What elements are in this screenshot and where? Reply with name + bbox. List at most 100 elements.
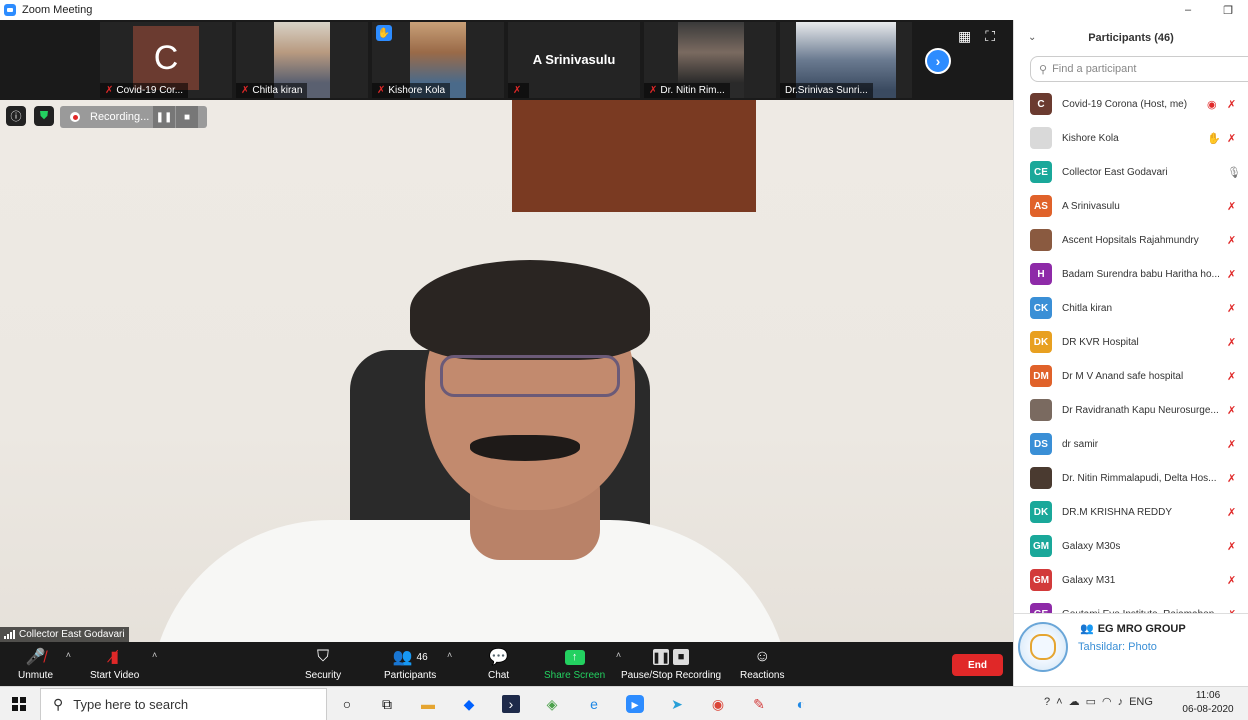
windows-start-icon[interactable] (12, 697, 26, 711)
wifi-icon[interactable]: ◠ (1102, 695, 1112, 708)
chevron-up-icon[interactable]: ˄ (447, 650, 452, 660)
security-button[interactable]: ⛉ Security (305, 646, 341, 684)
end-meeting-button[interactable]: End (952, 654, 1003, 676)
thumbnail-kishore[interactable]: ✋ ✗ Kishore Kola (372, 22, 504, 98)
mic-muted-icon: ✗ (377, 85, 386, 96)
stop-recording-icon[interactable]: ■ (176, 106, 198, 128)
thumbnail-chitla[interactable]: ✗ Chitla kiran (236, 22, 368, 98)
share-screen-label: Share Screen (544, 670, 606, 681)
chevron-up-icon[interactable]: ˄ (66, 650, 71, 660)
mic-muted-icon: ✗ (649, 85, 658, 96)
participant-name: Dr M V Anand safe hospital (1062, 370, 1184, 382)
participants-count: 46 (416, 651, 428, 663)
mic-muted-icon: ✗ (241, 85, 250, 96)
participant-row[interactable]: DK DR.M KRISHNA REDDY ✗ (1014, 495, 1248, 529)
task-view-icon[interactable]: ⧉ (378, 695, 396, 713)
participant-row[interactable]: DK DR KVR Hospital ✗ (1014, 325, 1248, 359)
help-icon[interactable]: ? (1044, 696, 1050, 708)
telegram-icon[interactable]: ➤ (668, 695, 686, 713)
gallery-view-icon[interactable]: ▦ (958, 28, 971, 45)
chrome-icon[interactable]: ◉ (709, 695, 727, 713)
encryption-shield-icon[interactable]: ⛊ (34, 106, 54, 126)
participant-row[interactable]: CE Collector East Godavari 🎙 (1014, 155, 1248, 189)
participant-name: dr samir (1062, 438, 1099, 450)
start-video-button[interactable]: ▮̸ Start Video ˄ (90, 646, 157, 684)
reactions-button[interactable]: ☺ Reactions (740, 646, 784, 684)
active-speaker-video: ⓘ ⛊ Recording... ❚❚ ■ Collector East God… (0, 100, 1013, 642)
participant-avatar: DK (1030, 331, 1052, 353)
participant-row[interactable]: Ascent Hopsitals Rajahmundry ✗ (1014, 223, 1248, 257)
group-notification[interactable]: 👥 EG MRO GROUP Tahsildar: Photo (1014, 613, 1248, 686)
participant-row[interactable]: CK Chitla kiran ✗ (1014, 291, 1248, 325)
participant-row[interactable]: C Covid-19 Corona (Host, me) ✗ ◉ (1014, 87, 1248, 121)
paint-icon[interactable]: ✎ (750, 695, 768, 713)
video-off-icon: ▮̸ (110, 649, 120, 666)
taskbar-clock[interactable]: 11:06 06-08-2020 (1172, 689, 1244, 717)
start-video-label: Start Video (90, 670, 140, 681)
participant-avatar: DM (1030, 365, 1052, 387)
mic-muted-icon: ✗ (1227, 540, 1237, 553)
thumbnail-srinivasulu[interactable]: A Srinivasulu ✗ (508, 22, 640, 98)
government-seal-logo (1018, 622, 1068, 672)
edge-icon[interactable]: ◐ (792, 695, 810, 713)
mic-muted-icon: ✗ (1227, 574, 1237, 587)
chevron-up-icon[interactable]: ˄ (1056, 696, 1062, 708)
chevron-up-icon[interactable]: ˄ (152, 650, 157, 660)
chat-label: Chat (488, 670, 510, 681)
mic-muted-icon: ✗ (1227, 506, 1237, 519)
fullscreen-icon[interactable]: ⛶ (985, 28, 995, 45)
network-icon[interactable]: ▭ (1086, 695, 1096, 708)
participant-search-input[interactable]: ⚲ Find a participant (1030, 56, 1248, 82)
thumbnail-srinivas[interactable]: Dr.Srinivas Sunri... (780, 22, 912, 98)
mic-icon: 🎙 (1227, 166, 1241, 179)
cortana-icon[interactable]: ○ (338, 695, 356, 713)
pause-stop-recording-button[interactable]: ❚❚ ■ Pause/Stop Recording (621, 646, 721, 684)
participant-row[interactable]: DM Dr M V Anand safe hospital ✗ (1014, 359, 1248, 393)
thumbnail-covid[interactable]: C ✗ Covid-19 Cor... (100, 22, 232, 98)
participant-row[interactable]: GM Galaxy M30s ✗ (1014, 529, 1248, 563)
app-icon[interactable]: › (502, 695, 520, 713)
recording-label: Recording... (90, 111, 150, 123)
participant-avatar: C (1030, 93, 1052, 115)
maximize-button[interactable]: ❐ (1208, 0, 1248, 20)
mic-muted-icon: ✗ (1227, 370, 1237, 383)
title-bar: Zoom Meeting – ❐ (0, 0, 1248, 20)
chat-button[interactable]: 💬 Chat (488, 646, 509, 684)
thumbnail-label: ✗ Covid-19 Cor... (100, 83, 189, 98)
unmute-button[interactable]: 🎤̸ Unmute ˄ (18, 646, 71, 684)
internet-explorer-icon[interactable]: e (585, 695, 603, 713)
info-icon[interactable]: ⓘ (6, 106, 26, 126)
participant-row[interactable]: DS dr samir ✗ (1014, 427, 1248, 461)
participant-name: Badam Surendra babu Haritha ho... (1062, 268, 1220, 280)
participant-row[interactable]: Dr. Nitin Rimmalapudi, Delta Hos... ✗ (1014, 461, 1248, 495)
dropbox-icon[interactable]: ◆ (460, 695, 478, 713)
clock-time: 11:06 (1195, 690, 1221, 701)
language-indicator[interactable]: ENG (1129, 696, 1153, 708)
participant-row[interactable]: H Badam Surendra babu Haritha ho... ✗ (1014, 257, 1248, 291)
pause-recording-icon[interactable]: ❚❚ (153, 106, 175, 128)
cloud-icon[interactable]: ☁ (1069, 695, 1080, 708)
participant-avatar: CE (1030, 161, 1052, 183)
panel-title: Participants (46) (1088, 32, 1174, 44)
participant-name: Collector East Godavari (1062, 166, 1168, 178)
file-explorer-icon[interactable]: ▬ (419, 695, 437, 713)
taskbar-search-input[interactable]: ⚲ Type here to search (40, 688, 327, 720)
search-placeholder: Find a participant (1052, 63, 1137, 75)
zoom-taskbar-icon[interactable]: ▸ (626, 695, 644, 713)
thumbnail-nitin[interactable]: ✗ Dr. Nitin Rim... (644, 22, 776, 98)
volume-icon[interactable]: ♪ (1118, 696, 1124, 708)
maps-icon[interactable]: ◈ (543, 695, 561, 713)
share-screen-button[interactable]: ↑ Share Screen ˄ (544, 646, 621, 684)
participant-row[interactable]: Kishore Kola ✗ ✋ (1014, 121, 1248, 155)
participant-row[interactable]: GM Galaxy M31 ✗ (1014, 563, 1248, 597)
participant-avatar: AS (1030, 195, 1052, 217)
next-page-button[interactable]: › (925, 48, 951, 74)
participants-button[interactable]: 👥 46 Participants ˄ (384, 646, 452, 684)
mic-muted-icon: 🎤̸ (25, 649, 46, 666)
minimize-button[interactable]: – (1168, 0, 1208, 20)
participant-avatar: DS (1030, 433, 1052, 455)
group-subtitle: Tahsildar: Photo (1078, 641, 1157, 653)
recording-dot-icon (70, 112, 80, 122)
participant-row[interactable]: Dr Ravidranath Kapu Neurosurge... ✗ (1014, 393, 1248, 427)
participant-row[interactable]: AS A Srinivasulu ✗ (1014, 189, 1248, 223)
